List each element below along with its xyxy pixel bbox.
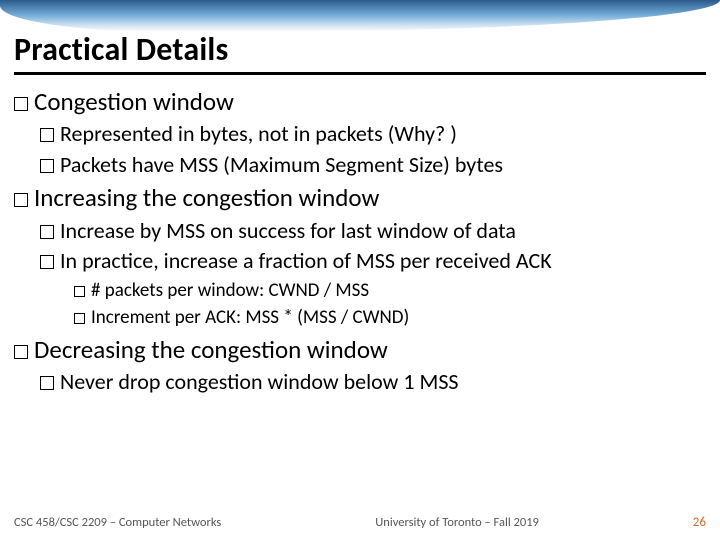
list-item: Represented in bytes, not in packets (Wh… xyxy=(40,120,706,148)
sub-list-item-text: # packets per window: CWND / MSS xyxy=(91,279,369,302)
list-item-text: Never drop congestion window below 1 MSS xyxy=(60,368,459,395)
bullet-icon xyxy=(40,159,54,173)
slide-header-banner xyxy=(0,0,720,32)
bullet-icon xyxy=(14,193,28,207)
list-item: Increase by MSS on success for last wind… xyxy=(40,217,706,245)
list-item: Never drop congestion window below 1 MSS xyxy=(40,368,706,396)
sub-list-item: Increment per ACK: MSS * (MSS / CWND) xyxy=(74,306,706,330)
slide-title: Practical Details xyxy=(14,30,228,69)
section-heading-text: Congestion window xyxy=(34,86,234,117)
list-item: In practice, increase a fraction of MSS … xyxy=(40,247,706,275)
list-item-text: Increase by MSS on success for last wind… xyxy=(60,217,516,244)
section-heading: Decreasing the congestion window xyxy=(14,334,706,365)
slide-content: Congestion window Represented in bytes, … xyxy=(14,82,706,396)
bullet-icon xyxy=(14,345,28,359)
list-item-text: Packets have MSS (Maximum Segment Size) … xyxy=(60,151,503,178)
footer-left: CSC 458/CSC 2209 – Computer Networks xyxy=(14,515,221,530)
list-item: Packets have MSS (Maximum Segment Size) … xyxy=(40,151,706,179)
bullet-icon xyxy=(74,286,85,297)
section-heading-text: Increasing the congestion window xyxy=(34,182,379,213)
bullet-icon xyxy=(40,376,54,390)
section-heading-text: Decreasing the congestion window xyxy=(34,334,388,365)
bullet-icon xyxy=(74,313,85,324)
section-heading: Increasing the congestion window xyxy=(14,182,706,213)
page-number: 26 xyxy=(693,515,706,530)
title-underline xyxy=(14,72,706,75)
list-item-text: In practice, increase a fraction of MSS … xyxy=(60,247,552,274)
list-item-text: Represented in bytes, not in packets (Wh… xyxy=(60,120,457,147)
sub-list-item: # packets per window: CWND / MSS xyxy=(74,279,706,303)
footer-center: University of Toronto – Fall 2019 xyxy=(375,515,539,530)
bullet-icon xyxy=(14,97,28,111)
bullet-icon xyxy=(40,225,54,239)
sub-list-item-text: Increment per ACK: MSS * (MSS / CWND) xyxy=(91,306,409,329)
bullet-icon xyxy=(40,255,54,269)
slide-footer: CSC 458/CSC 2209 – Computer Networks Uni… xyxy=(14,515,706,530)
section-heading: Congestion window xyxy=(14,86,706,117)
bullet-icon xyxy=(40,128,54,142)
